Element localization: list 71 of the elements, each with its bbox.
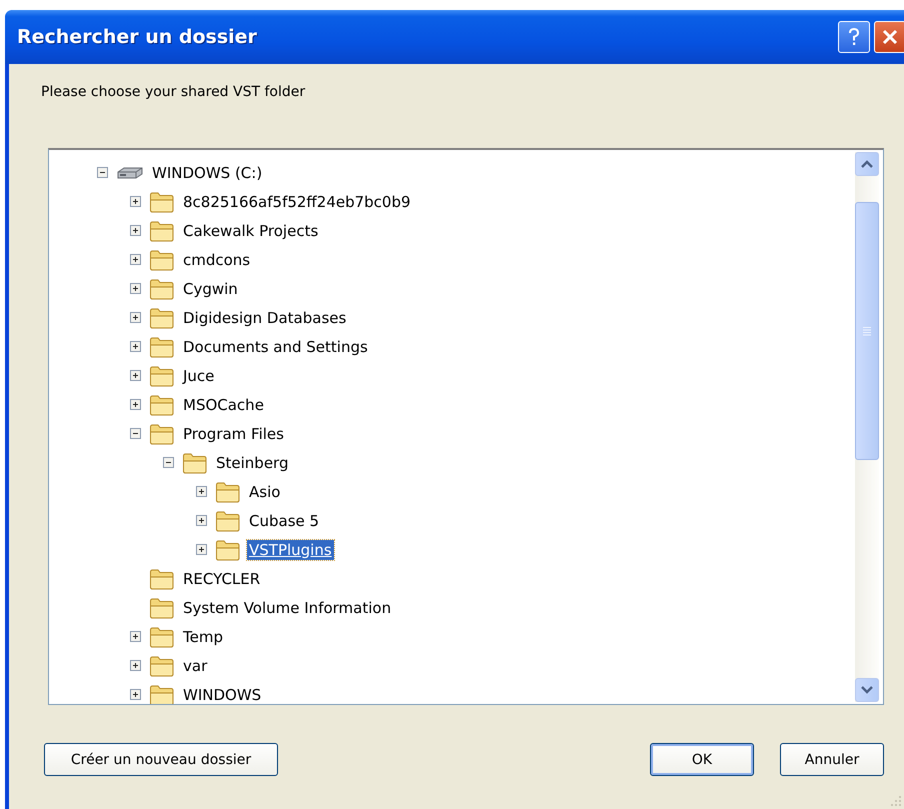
expand-toggle[interactable]	[130, 689, 141, 700]
scrollbar[interactable]	[855, 152, 879, 702]
expand-toggle[interactable]	[130, 312, 141, 323]
cancel-button[interactable]: Annuler	[780, 743, 884, 776]
expand-toggle[interactable]	[196, 486, 207, 497]
window-title: Rechercher un dossier	[17, 26, 258, 48]
folder-icon	[149, 248, 175, 270]
folder-icon	[149, 364, 175, 386]
folder-icon	[215, 538, 241, 560]
scroll-thumb[interactable]	[855, 202, 879, 460]
close-button[interactable]	[874, 21, 904, 53]
expand-toggle[interactable]	[196, 544, 207, 555]
folder-icon	[149, 422, 175, 444]
expand-toggle[interactable]	[130, 370, 141, 381]
tree-item[interactable]: Cakewalk Projects	[181, 220, 320, 240]
tree-item[interactable]: VSTPlugins	[247, 540, 334, 560]
tree-item[interactable]: Documents and Settings	[181, 336, 370, 356]
expand-toggle[interactable]	[130, 283, 141, 294]
tree-item[interactable]: 8c825166af5f52ff24eb7bc0b9	[181, 192, 413, 212]
folder-icon	[149, 626, 175, 648]
folder-icon	[215, 480, 241, 502]
ok-button[interactable]: OK	[650, 743, 754, 776]
tree-item[interactable]: RECYCLER	[181, 568, 262, 588]
prompt-text: Please choose your shared VST folder	[41, 84, 306, 102]
scroll-up-button[interactable]	[855, 152, 879, 176]
folder-icon	[149, 596, 175, 618]
tree-item[interactable]: WINDOWS	[181, 684, 264, 704]
expand-toggle[interactable]	[130, 631, 141, 642]
tree-item[interactable]: Digidesign Databases	[181, 308, 348, 328]
collapse-toggle[interactable]	[97, 167, 108, 178]
folder-icon	[149, 394, 175, 416]
folder-icon	[149, 220, 175, 242]
drive-icon	[116, 164, 144, 180]
tree-item[interactable]: var	[181, 656, 210, 676]
folder-icon	[149, 278, 175, 300]
expand-toggle[interactable]	[130, 341, 141, 352]
folder-icon	[182, 452, 208, 474]
collapse-toggle[interactable]	[163, 457, 174, 468]
expand-toggle[interactable]	[196, 515, 207, 526]
tree-item[interactable]: cmdcons	[181, 250, 252, 270]
chevron-up-icon	[861, 160, 873, 168]
tree-item[interactable]: Temp	[181, 626, 225, 646]
folder-icon	[149, 568, 175, 590]
expand-toggle[interactable]	[130, 225, 141, 236]
folder-icon	[149, 336, 175, 358]
expand-toggle[interactable]	[130, 254, 141, 265]
chevron-down-icon	[861, 686, 873, 694]
tree-item[interactable]: WINDOWS (C:)	[150, 162, 264, 182]
tree-item[interactable]: System Volume Information	[181, 598, 394, 618]
new-folder-button[interactable]: Créer un nouveau dossier	[44, 743, 278, 776]
expand-toggle[interactable]	[130, 196, 141, 207]
expand-toggle[interactable]	[130, 660, 141, 671]
folder-icon	[149, 654, 175, 676]
tree-item[interactable]: Juce	[181, 366, 216, 386]
help-button[interactable]	[838, 21, 870, 53]
folder-icon	[215, 510, 241, 532]
tree-item[interactable]: Cygwin	[181, 278, 240, 298]
scroll-down-button[interactable]	[855, 678, 879, 702]
folder-icon	[149, 306, 175, 328]
tree-item[interactable]: Steinberg	[214, 452, 290, 472]
folder-icon	[149, 190, 175, 212]
collapse-toggle[interactable]	[130, 428, 141, 439]
folder-icon	[149, 684, 175, 704]
grip-icon	[862, 326, 872, 336]
resize-grip-icon[interactable]	[888, 793, 902, 807]
tree-item[interactable]: Program Files	[181, 424, 286, 444]
expand-toggle[interactable]	[130, 399, 141, 410]
close-icon	[881, 28, 899, 46]
tree-item[interactable]: MSOCache	[181, 394, 266, 414]
tree-item[interactable]: Cubase 5	[247, 510, 322, 530]
tree-item[interactable]: Asio	[247, 482, 282, 502]
